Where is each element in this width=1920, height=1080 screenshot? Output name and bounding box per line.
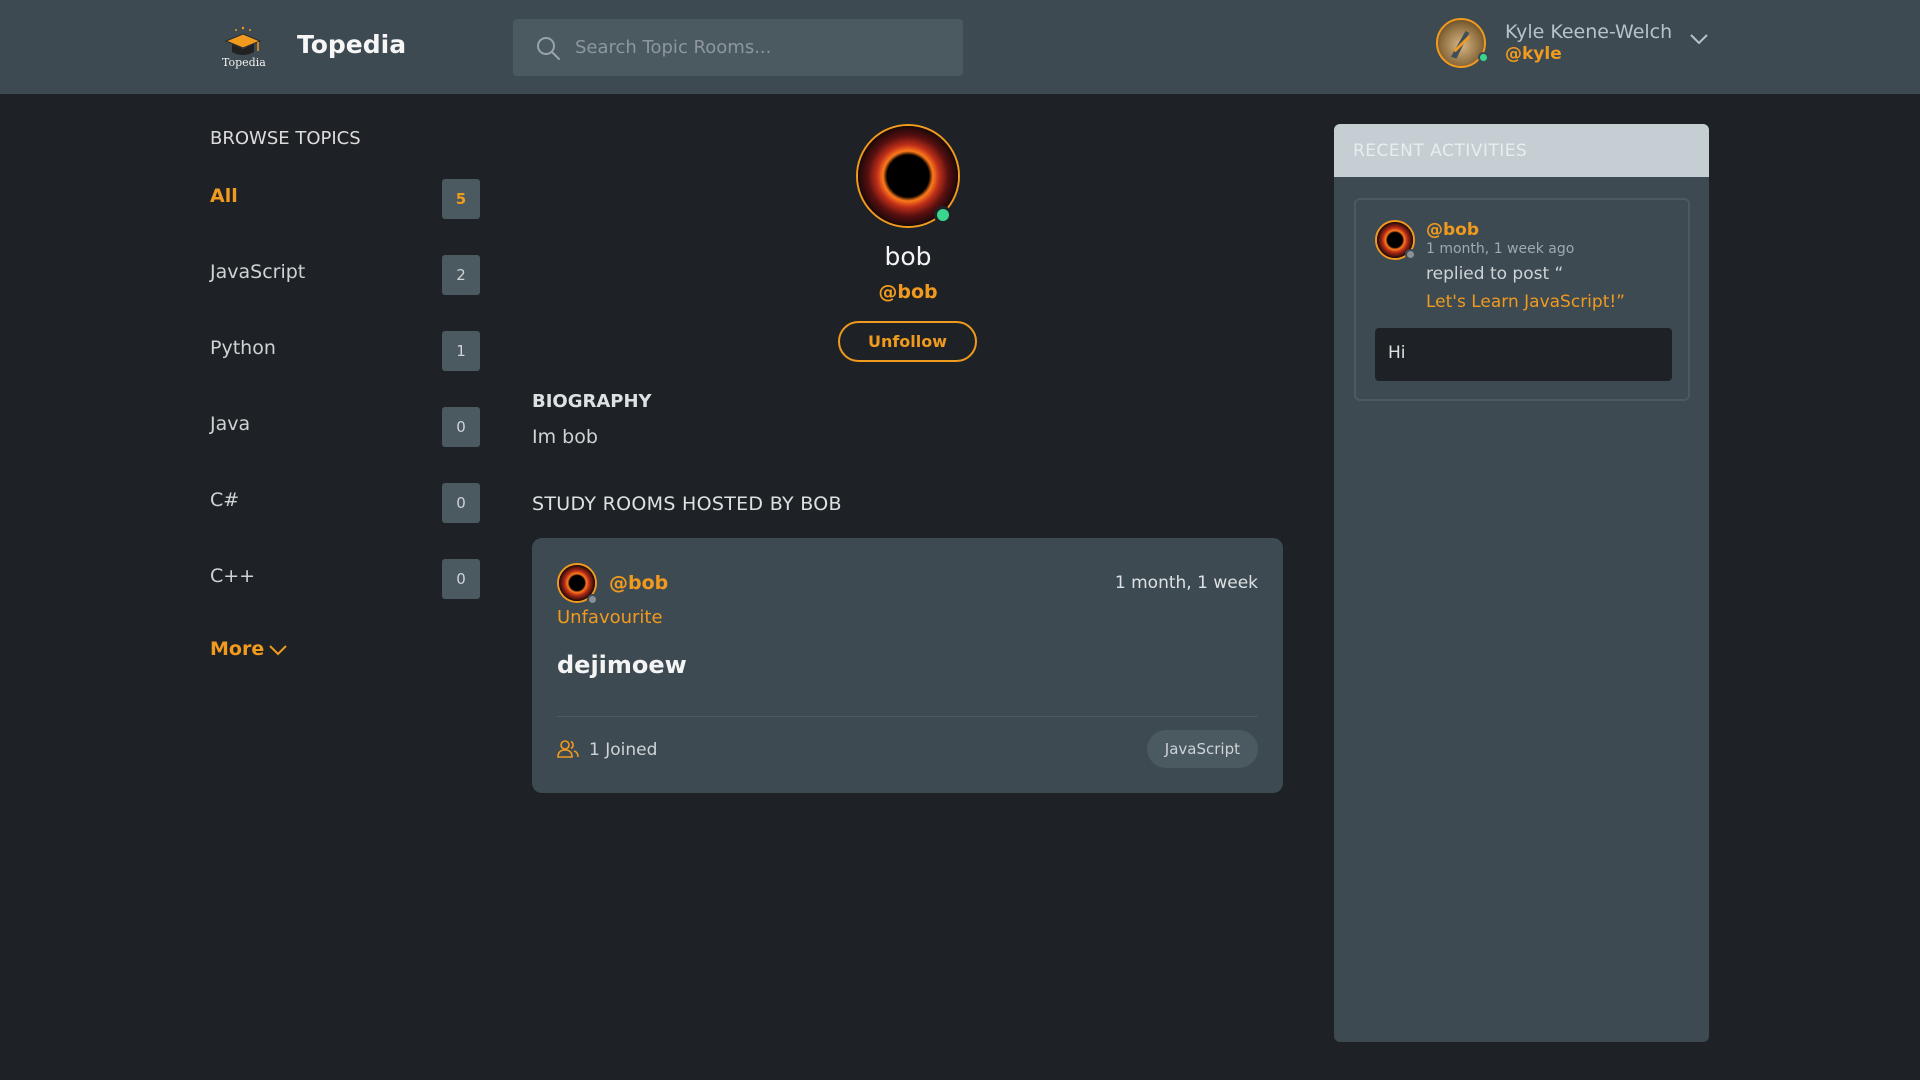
study-rooms-heading: STUDY ROOMS HOSTED BY BOB [532, 493, 842, 515]
chevron-down-icon[interactable] [1688, 30, 1710, 48]
divider [557, 716, 1258, 717]
room-title-link[interactable]: dejimoew [557, 651, 687, 679]
room-card[interactable]: @bob 1 month, 1 week Unfavourite dejimoe… [532, 538, 1283, 793]
online-status-dot [1478, 52, 1489, 63]
topic-count-badge: 0 [442, 559, 480, 599]
topic-count-badge: 0 [442, 407, 480, 447]
search-icon [537, 37, 560, 60]
recent-activities-panel: RECENT ACTIVITIES @bob 1 month, 1 week a… [1334, 124, 1709, 1042]
offline-status-dot [587, 594, 598, 605]
topic-name: JavaScript [210, 261, 306, 283]
activity-post-link[interactable]: Let's Learn JavaScript!” [1426, 292, 1625, 312]
user-name[interactable]: Kyle Keene-Welch [1505, 21, 1672, 43]
topic-name: C# [210, 489, 240, 511]
room-timestamp: 1 month, 1 week [1114, 573, 1258, 593]
room-host-link[interactable]: @bob [609, 572, 668, 594]
topic-count-badge: 2 [442, 255, 480, 295]
topic-item-cpp[interactable]: C++ 0 [210, 559, 480, 599]
activity-timestamp: 1 month, 1 week ago [1426, 241, 1575, 257]
biography-heading: BIOGRAPHY [532, 391, 652, 412]
offline-status-dot [1405, 249, 1416, 260]
profile-name: bob [884, 242, 932, 271]
unfollow-button[interactable]: Unfollow [838, 321, 977, 362]
unfavourite-button[interactable]: Unfavourite [557, 607, 663, 628]
topic-name: C++ [210, 565, 256, 587]
user-handle[interactable]: @kyle [1505, 44, 1562, 64]
activity-item: @bob 1 month, 1 week ago replied to post… [1354, 198, 1690, 401]
online-status-dot [934, 206, 952, 224]
browse-topics-title: BROWSE TOPICS [210, 128, 361, 149]
topic-item-javascript[interactable]: JavaScript 2 [210, 255, 480, 295]
profile-handle: @bob [878, 281, 938, 303]
topic-name: All [210, 185, 238, 207]
chevron-down-icon[interactable] [268, 642, 288, 658]
brand-name[interactable]: Topedia [297, 30, 406, 59]
search-bar [513, 19, 963, 76]
activity-reply-box: Hi [1375, 328, 1672, 381]
recent-activities-header: RECENT ACTIVITIES [1334, 124, 1709, 177]
biography-text: Im bob [532, 426, 598, 448]
room-topic-tag[interactable]: JavaScript [1146, 730, 1258, 768]
top-navbar: Topedia Topedia Kyle Keene-Welch @kyle [0, 0, 1920, 94]
activity-reply-text: Hi [1388, 343, 1406, 363]
activity-action-text: replied to post “ [1426, 264, 1564, 284]
topic-item-all[interactable]: All 5 [210, 179, 480, 219]
topic-item-python[interactable]: Python 1 [210, 331, 480, 371]
users-icon [557, 740, 579, 758]
topic-name: Python [210, 337, 276, 359]
room-joined-count: 1 Joined [589, 740, 658, 760]
topic-count-badge: 0 [442, 483, 480, 523]
search-input[interactable] [575, 19, 945, 76]
activity-user-link[interactable]: @bob [1426, 220, 1479, 240]
topic-item-csharp[interactable]: C# 0 [210, 483, 480, 523]
topic-count-badge: 1 [442, 331, 480, 371]
topic-item-java[interactable]: Java 0 [210, 407, 480, 447]
topic-name: Java [210, 413, 251, 435]
logo-caption: Topedia [222, 56, 266, 69]
topic-count-badge: 5 [442, 179, 480, 219]
recent-activities-title: RECENT ACTIVITIES [1353, 141, 1528, 161]
more-topics-link[interactable]: More [210, 638, 264, 660]
